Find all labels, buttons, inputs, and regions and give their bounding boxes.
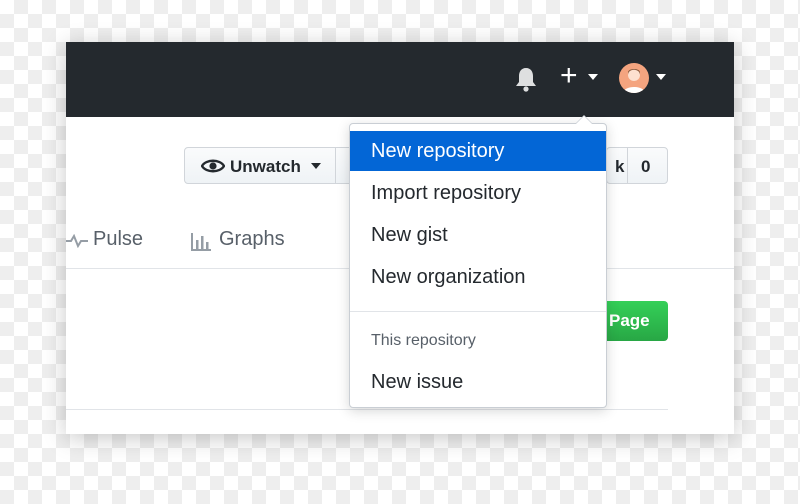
star-count-button[interactable]: k 0 [606,147,668,184]
user-avatar-icon [623,69,645,93]
bell-icon[interactable] [514,66,538,92]
avatar[interactable] [619,63,649,93]
chevron-down-icon [311,163,321,169]
chevron-down-icon[interactable] [588,74,598,80]
pulse-icon [66,234,88,248]
menu-divider [350,311,606,312]
content-divider [66,409,668,410]
top-navbar: + [66,42,734,117]
chevron-down-icon[interactable] [656,74,666,80]
green-button-label: Page [609,311,650,330]
dropdown-pointer-fill [576,116,592,124]
tab-graphs[interactable]: Graphs [219,228,285,251]
star-button-label-partial: k [615,157,625,176]
create-new-dropdown: New repository Import repository New gis… [349,115,607,408]
plus-icon[interactable]: + [560,61,578,91]
button-divider [627,148,628,183]
star-count[interactable]: 0 [641,157,650,177]
tab-pulse[interactable]: Pulse [93,228,143,251]
graphs-icon [191,233,211,251]
menu-item-new-gist[interactable]: New gist [350,215,606,255]
menu-item-new-issue[interactable]: New issue [350,362,606,402]
menu-section-header: This repository [371,332,476,349]
menu-item-import-repository[interactable]: Import repository [350,173,606,213]
eye-icon [201,159,225,173]
menu-item-new-repository[interactable]: New repository [350,131,606,171]
button-divider [335,148,336,183]
menu-item-new-organization[interactable]: New organization [350,257,606,297]
unwatch-label: Unwatch [230,157,301,176]
